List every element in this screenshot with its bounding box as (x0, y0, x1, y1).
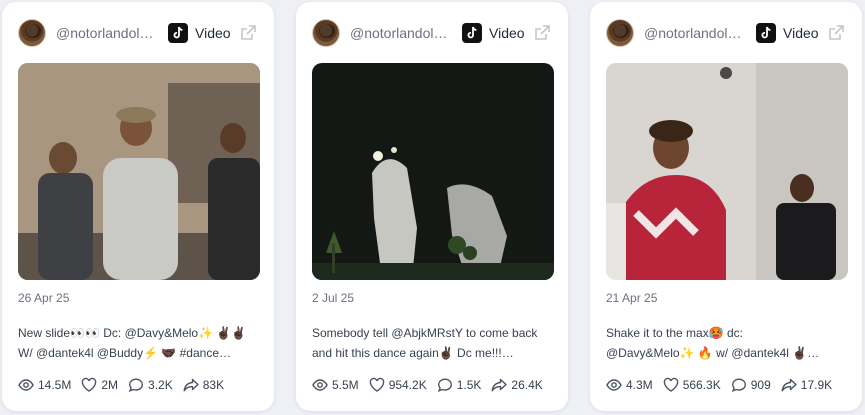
external-link-icon[interactable] (238, 23, 258, 43)
comment-icon (128, 378, 144, 393)
likes-stat: 954.2K (369, 377, 427, 393)
caption: Shake it to the max🥵 dc: @Davy&Melo✨ 🔥 w… (606, 323, 851, 363)
video-card[interactable]: @notorlandolu... Video 2 Jul 25 Somebody… (296, 2, 568, 411)
username[interactable]: @notorlandolu... (350, 25, 450, 41)
stats-row: 5.5M 954.2K 1.5K 26.4K (312, 377, 558, 393)
share-icon (781, 378, 797, 392)
shares-stat: 26.4K (491, 377, 543, 393)
caption: Somebody tell @AbjkMRstY to come back an… (312, 323, 557, 363)
comment-icon (437, 378, 452, 393)
caption-line: New slide👀👀 Dc: @Davy&Melo✨ ✌🏿✌🏿 (18, 326, 247, 340)
caption-line: Somebody tell @AbjkMRstY to come back (312, 326, 538, 340)
video-thumbnail[interactable] (18, 63, 260, 280)
external-link-icon[interactable] (532, 23, 552, 43)
avatar[interactable] (312, 19, 340, 47)
stats-row: 14.5M 2M 3.2K 83K (18, 377, 264, 393)
external-link-icon[interactable] (826, 23, 846, 43)
video-card[interactable]: @notorlandolu... Video 26 Apr 25 New sli… (2, 2, 274, 411)
platform-label: Video (489, 25, 525, 41)
likes-count: 566.3K (682, 378, 721, 392)
post-date: 2 Jul 25 (312, 291, 355, 305)
card-header: @notorlandolu... Video (606, 18, 846, 48)
comments-count: 1.5K (456, 378, 482, 392)
views-count: 5.5M (332, 378, 359, 392)
caption-line: and hit this dance again✌🏿 Dc me!!!… (312, 346, 514, 360)
username[interactable]: @notorlandolu... (56, 25, 156, 41)
avatar[interactable] (606, 19, 634, 47)
platform-label: Video (783, 25, 819, 41)
comments-count: 3.2K (148, 378, 173, 392)
tiktok-icon (168, 23, 188, 43)
avatar[interactable] (18, 19, 46, 47)
caption-line: @Davy&Melo✨ 🔥 w/ @dantek4l ✌🏿… (606, 346, 820, 360)
video-thumbnail[interactable] (312, 63, 554, 280)
views-stat: 4.3M (606, 377, 653, 393)
eye-icon (18, 379, 34, 391)
heart-icon (663, 377, 678, 392)
shares-count: 26.4K (511, 378, 543, 392)
comments-stat: 1.5K (437, 377, 482, 393)
platform-label: Video (195, 25, 231, 41)
likes-count: 2M (101, 378, 119, 392)
video-thumbnail[interactable] (606, 63, 848, 280)
comments-count: 909 (750, 378, 771, 392)
tiktok-icon (462, 23, 482, 43)
views-stat: 5.5M (312, 377, 359, 393)
stats-row: 4.3M 566.3K 909 17.9K (606, 377, 852, 393)
post-date: 26 Apr 25 (18, 291, 70, 305)
card-header: @notorlandolu... Video (18, 18, 258, 48)
likes-stat: 2M (81, 377, 118, 393)
shares-stat: 17.9K (781, 377, 832, 393)
comments-stat: 3.2K (128, 377, 173, 393)
likes-count: 954.2K (388, 378, 427, 392)
caption: New slide👀👀 Dc: @Davy&Melo✨ ✌🏿✌🏿 W/ @dan… (18, 323, 263, 363)
shares-count: 83K (202, 378, 225, 392)
likes-stat: 566.3K (663, 377, 721, 393)
tiktok-icon (756, 23, 776, 43)
share-icon (491, 378, 508, 392)
views-count: 4.3M (626, 378, 653, 392)
caption-line: Shake it to the max🥵 dc: (606, 326, 744, 340)
shares-stat: 83K (183, 377, 224, 393)
username[interactable]: @notorlandolu... (644, 25, 744, 41)
comments-stat: 909 (731, 377, 771, 393)
views-count: 14.5M (38, 378, 72, 392)
views-stat: 14.5M (18, 377, 71, 393)
caption-line: W/ @dantek4l @Buddy⚡ 🤝🏿 #dance… (18, 346, 232, 360)
eye-icon (312, 379, 328, 391)
card-header: @notorlandolu... Video (312, 18, 552, 48)
shares-count: 17.9K (800, 378, 833, 392)
share-icon (183, 378, 199, 392)
post-date: 21 Apr 25 (606, 291, 658, 305)
eye-icon (606, 379, 622, 391)
video-card[interactable]: @notorlandolu... Video 21 Apr 25 Shake i… (590, 2, 862, 411)
comment-icon (731, 378, 746, 393)
heart-icon (82, 377, 97, 392)
heart-icon (369, 377, 384, 392)
